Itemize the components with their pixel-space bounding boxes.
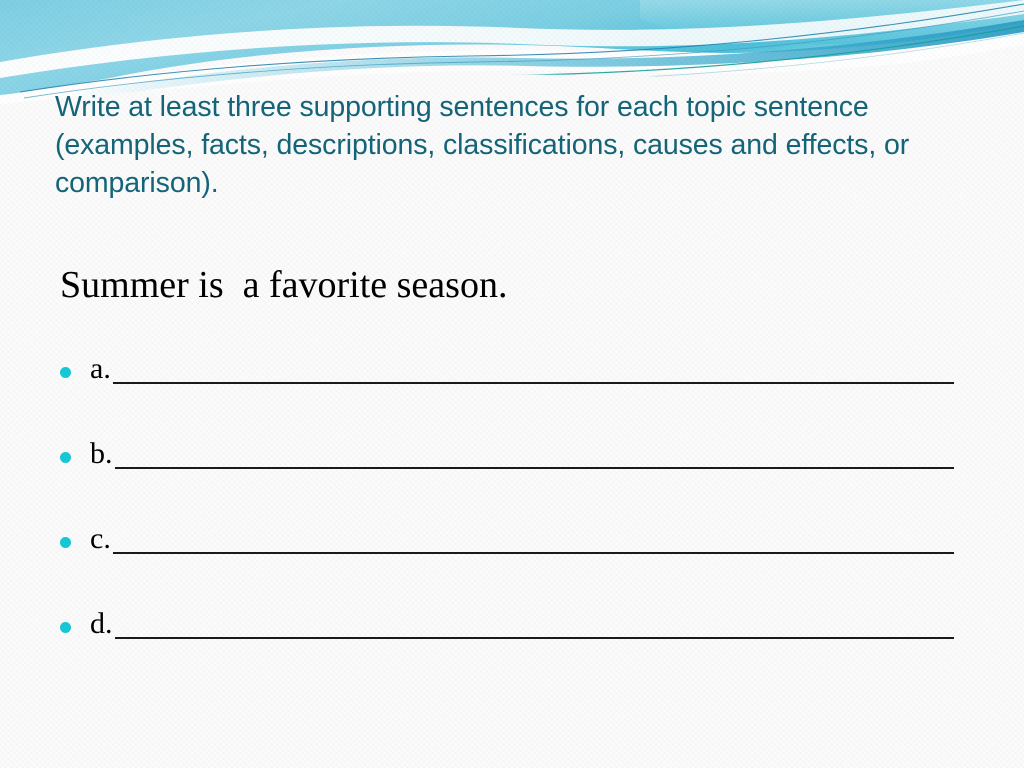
answer-label: d. (90, 607, 113, 640)
bullet-dot-icon (60, 537, 71, 548)
answer-label: a. (90, 352, 111, 385)
answer-blank-line-b[interactable] (114, 437, 954, 469)
bullet-dot-icon (60, 367, 71, 378)
list-item: b. (60, 437, 960, 522)
answer-label: b. (90, 437, 113, 470)
answer-label: c. (90, 522, 111, 555)
answer-blank-list: a. b. c. d. (60, 352, 960, 692)
list-item: c. (60, 522, 960, 607)
slide-content: Write at least three supporting sentence… (0, 0, 1024, 768)
answer-blank-line-a[interactable] (112, 352, 954, 384)
topic-sentence: Summer is a favorite season. (60, 264, 508, 306)
answer-blank-line-c[interactable] (112, 522, 954, 554)
list-item: d. (60, 607, 960, 692)
list-item: a. (60, 352, 960, 437)
answer-blank-line-d[interactable] (114, 607, 954, 639)
slide-canvas: Write at least three supporting sentence… (0, 0, 1024, 768)
bullet-dot-icon (60, 452, 71, 463)
instructions-text: Write at least three supporting sentence… (55, 91, 917, 199)
bullet-dot-icon (60, 622, 71, 633)
